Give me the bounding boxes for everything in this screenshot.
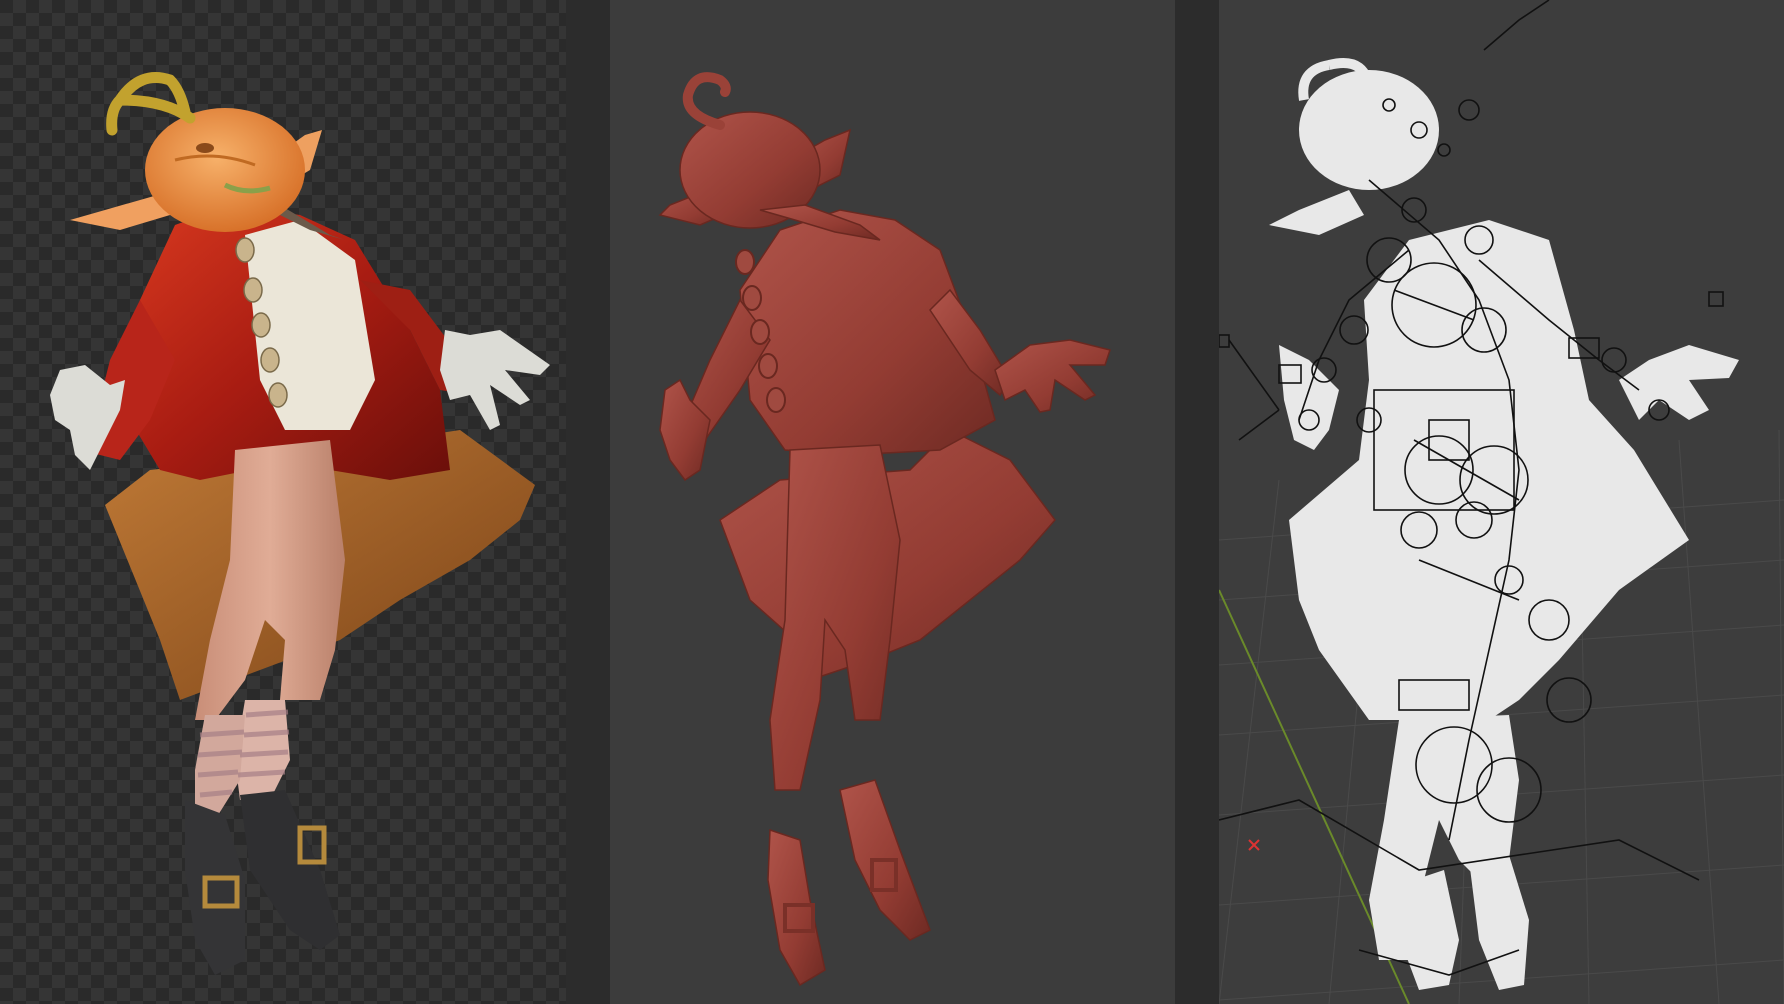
- textured-character: [50, 72, 550, 975]
- selected-joint-marker: [1248, 839, 1260, 851]
- clay-right-hand: [994, 339, 1111, 413]
- clay-legs: [769, 444, 901, 791]
- textured-render-panel: [0, 0, 566, 1004]
- right-shoe: [240, 790, 340, 950]
- clay-render-panel: [610, 0, 1175, 1004]
- panel-divider: [1175, 0, 1219, 1004]
- rig-viewport-panel: [1219, 0, 1784, 1004]
- pumpkin-head: [145, 108, 305, 232]
- eye: [196, 143, 214, 153]
- rig-viewport: [1219, 0, 1784, 1004]
- right-glove: [440, 330, 550, 430]
- image-stage: [0, 0, 1784, 1004]
- clay-character: [658, 72, 1111, 987]
- panel-divider: [566, 0, 610, 1004]
- clay-left-shoe: [767, 828, 826, 987]
